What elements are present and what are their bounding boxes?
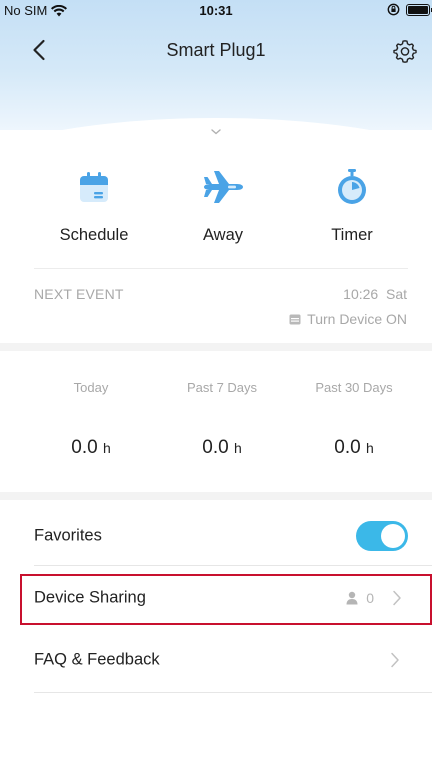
row-divider — [34, 692, 432, 693]
page-title: Smart Plug1 — [166, 40, 266, 60]
stat-past-30-days: Past 30 Days 0.0 h — [289, 380, 419, 459]
stat-label: Past 30 Days — [315, 380, 393, 395]
schedule-label: Schedule — [59, 226, 129, 244]
calendar-small-icon — [289, 314, 301, 325]
next-event-action: Turn Device ON — [289, 311, 407, 327]
section-separator — [0, 492, 432, 500]
stat-value: 0.0 — [71, 437, 98, 458]
faq-row[interactable]: FAQ & Feedback — [0, 630, 432, 690]
section-separator — [0, 343, 432, 351]
stat-past-7-days: Past 7 Days 0.0 h — [157, 380, 287, 459]
stat-value: 0.0 — [202, 437, 229, 458]
away-button[interactable]: Away — [163, 162, 283, 245]
gear-icon — [393, 40, 417, 63]
next-event-time: 10:26 Sat — [343, 286, 407, 302]
stat-value: 0.0 — [334, 437, 361, 458]
divider — [34, 268, 408, 269]
quick-actions: Schedule Away Timer — [0, 162, 432, 257]
timer-button[interactable]: Timer — [292, 162, 412, 245]
toggle-knob — [381, 524, 405, 548]
stat-label: Past 7 Days — [186, 380, 258, 395]
stopwatch-icon — [338, 169, 366, 204]
schedule-button[interactable]: Schedule — [34, 162, 154, 245]
usage-stats: Today 0.0 h Past 7 Days 0.0 h Past 30 Da… — [0, 380, 432, 480]
timer-label: Timer — [331, 226, 373, 244]
airplane-icon — [204, 171, 243, 203]
stat-today: Today 0.0 h — [26, 380, 156, 459]
favorites-label: Favorites — [34, 526, 102, 545]
status-bar: No SIM 10:31 — [0, 0, 432, 22]
calendar-icon — [80, 172, 108, 202]
favorites-toggle[interactable] — [356, 521, 408, 551]
favorites-row: Favorites — [0, 506, 432, 566]
status-time: 10:31 — [199, 3, 233, 18]
settings-button[interactable] — [393, 39, 417, 63]
battery-icon — [406, 3, 432, 16]
chevron-right-icon — [391, 652, 399, 668]
away-label: Away — [202, 226, 244, 244]
stat-unit: h — [102, 440, 111, 456]
stat-label: Today — [73, 380, 109, 395]
orientation-lock-icon — [387, 3, 400, 16]
faq-label: FAQ & Feedback — [34, 650, 160, 669]
row-divider — [34, 565, 432, 566]
next-event-label: NEXT EVENT — [34, 286, 124, 302]
stat-unit: h — [233, 440, 242, 456]
highlight-box — [20, 574, 432, 625]
chevron-down-icon[interactable] — [208, 126, 224, 138]
next-event-action-text: Turn Device ON — [307, 311, 407, 327]
stat-unit: h — [365, 440, 374, 456]
